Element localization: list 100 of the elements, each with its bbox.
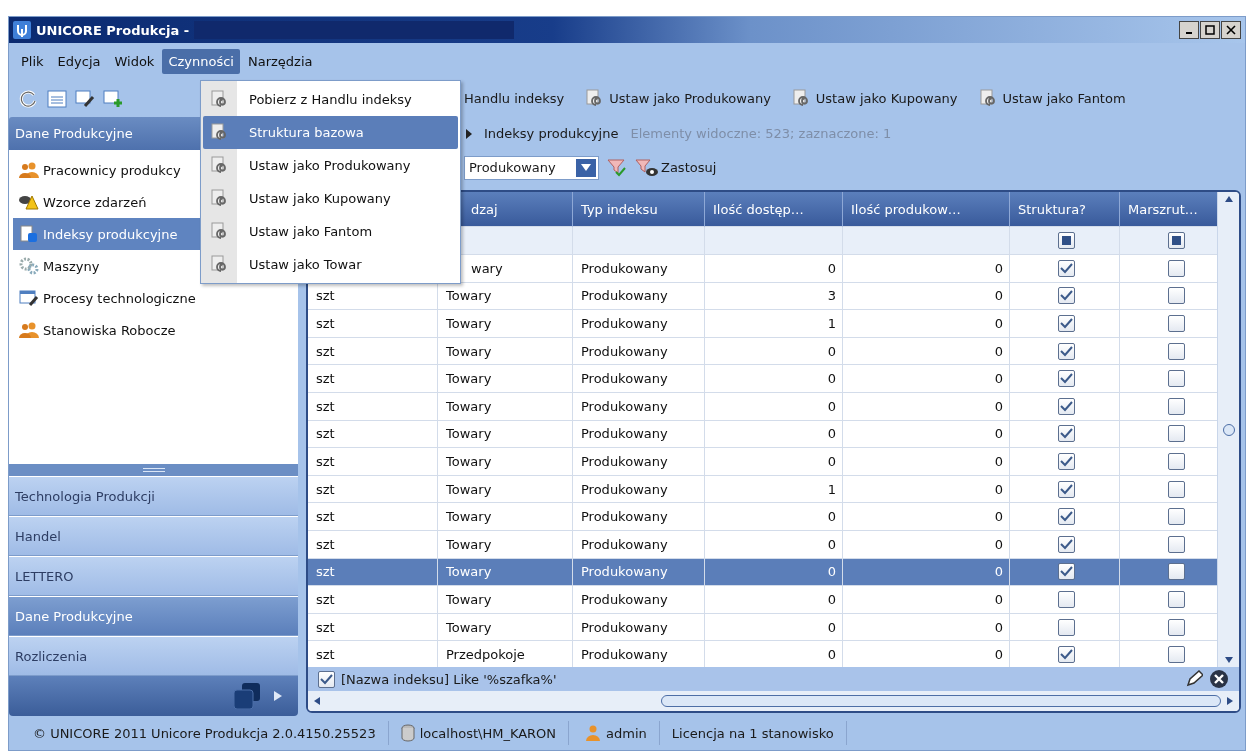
menu-item[interactable]: Czynności [162, 49, 240, 74]
checkbox[interactable] [1058, 287, 1075, 305]
scroll-down-icon[interactable] [1224, 657, 1233, 663]
section-button[interactable]: Rozliczenia [9, 636, 298, 676]
table-row[interactable]: szt Towary Produkowany 0 0 [308, 448, 1217, 476]
scroll-up-icon[interactable] [1224, 196, 1233, 202]
checkbox[interactable] [1058, 535, 1075, 553]
checkbox[interactable] [1168, 425, 1185, 443]
table-row[interactable]: szt Towary Produkowany 3 0 [308, 282, 1217, 311]
table-row[interactable]: szt Towary Produkowany 0 0 [308, 586, 1217, 614]
vertical-scrollbar[interactable] [1217, 192, 1239, 667]
toolbar-button[interactable]: Ustaw jako Fantom [979, 88, 1126, 109]
checkbox[interactable] [1168, 452, 1185, 470]
clear-icon[interactable] [1209, 669, 1229, 689]
maximize-button[interactable] [1200, 21, 1220, 39]
table-row[interactable]: szt Towary Produkowany 0 0 [308, 530, 1217, 559]
table-cell: Towary [438, 586, 573, 614]
table-row[interactable]: szt Towary Produkowany 0 0 [308, 503, 1217, 531]
checkbox[interactable] [1168, 232, 1185, 249]
toolbar-button[interactable]: Ustaw jako Produkowany [586, 88, 771, 109]
checkbox[interactable] [1058, 315, 1075, 332]
checkbox[interactable] [1168, 590, 1185, 608]
menu-option[interactable]: Ustaw jako Produkowany [203, 149, 458, 182]
horizontal-scrollbar[interactable] [308, 691, 1239, 711]
list-icon[interactable] [47, 89, 67, 108]
menu-item[interactable]: Narzędzia [241, 49, 319, 74]
arrow-right-icon[interactable] [274, 691, 282, 701]
table-cell: 0 [843, 255, 1010, 283]
table-cell: 0 [843, 448, 1010, 476]
refresh-icon[interactable] [19, 88, 39, 109]
type-dropdown[interactable]: Produkowany [464, 155, 599, 180]
checkbox[interactable] [1168, 259, 1185, 277]
nav-item[interactable]: Procesy technologiczne [13, 282, 292, 314]
toolbar-button[interactable]: Handlu indeksy [464, 91, 565, 106]
checkbox[interactable] [1058, 590, 1075, 608]
table-row[interactable]: szt Towary Produkowany 0 0 [308, 365, 1217, 393]
checkbox[interactable] [1168, 397, 1185, 415]
scroll-thumb[interactable] [661, 695, 1221, 707]
minimize-button[interactable] [1179, 21, 1199, 39]
checkbox[interactable] [1058, 563, 1075, 581]
checkbox[interactable] [1168, 646, 1185, 664]
checkbox[interactable] [1058, 370, 1075, 388]
checkbox[interactable] [1168, 370, 1185, 388]
menu-option[interactable]: Struktura bazowa [203, 116, 458, 149]
checkbox[interactable] [1058, 508, 1075, 526]
checkbox[interactable] [1058, 452, 1075, 470]
table-pencil-icon [19, 290, 39, 306]
checkbox[interactable] [318, 670, 335, 688]
checkbox[interactable] [1058, 232, 1075, 249]
edit-icon[interactable] [75, 89, 95, 108]
checkbox[interactable] [1058, 259, 1075, 277]
table-cell: Produkowany [573, 530, 705, 559]
table-row[interactable]: szt Towary Produkowany 1 0 [308, 310, 1217, 338]
apply-button[interactable]: Zastosuj [635, 158, 717, 177]
checkbox[interactable] [1168, 315, 1185, 332]
section-button[interactable]: Technologia Produkcji [9, 476, 298, 516]
scroll-left-icon[interactable] [314, 697, 320, 705]
checkbox[interactable] [1058, 342, 1075, 360]
table-cell: szt [308, 448, 438, 476]
filter-check-icon[interactable] [607, 158, 627, 177]
checkbox[interactable] [1168, 342, 1185, 360]
menu-option[interactable]: Pobierz z Handlu indeksy [203, 83, 458, 116]
table-row[interactable]: szt Towary Produkowany 0 0 [308, 558, 1217, 587]
table-row[interactable]: szt Towary Produkowany 0 0 [308, 613, 1217, 642]
menu-item[interactable]: Edycja [51, 49, 107, 74]
checkbox[interactable] [1168, 287, 1185, 305]
spiral-icon [211, 188, 229, 209]
checkbox[interactable] [1058, 480, 1075, 498]
scroll-thumb[interactable] [1222, 423, 1235, 436]
arrow-right-icon [466, 128, 472, 139]
section-button[interactable]: LETTERO [9, 556, 298, 596]
nav-item[interactable]: Stanowiska Robocze [13, 314, 292, 346]
checkbox[interactable] [1058, 646, 1075, 664]
spiral-icon [211, 122, 229, 143]
checkbox[interactable] [1058, 618, 1075, 636]
table-row[interactable]: szt Towary Produkowany 0 0 [308, 337, 1217, 366]
checkbox[interactable] [1058, 397, 1075, 415]
windows-icon[interactable] [234, 683, 260, 709]
checkbox[interactable] [1168, 618, 1185, 636]
splitter-handle[interactable] [9, 464, 298, 476]
checkbox[interactable] [1168, 480, 1185, 498]
toolbar-button[interactable]: Ustaw jako Kupowany [792, 88, 958, 109]
add-row-icon[interactable] [103, 89, 123, 108]
table-row[interactable]: szt Towary Produkowany 0 0 [308, 392, 1217, 421]
checkbox[interactable] [1168, 508, 1185, 526]
checkbox[interactable] [1058, 425, 1075, 443]
close-button[interactable] [1221, 21, 1241, 39]
menu-item[interactable]: Widok [108, 49, 161, 74]
table-row[interactable]: szt Towary Produkowany 0 0 [308, 420, 1217, 449]
table-cell: Towary [438, 365, 573, 393]
scroll-right-icon[interactable] [1227, 697, 1233, 705]
checkbox[interactable] [1168, 563, 1185, 581]
table-row[interactable]: szt Towary Produkowany 1 0 [308, 475, 1217, 504]
table-cell: Towary [438, 530, 573, 559]
menu-item[interactable]: Plik [15, 49, 50, 74]
pencil-icon[interactable] [1185, 670, 1203, 688]
section-button[interactable]: Handel [9, 516, 298, 556]
spiral-icon [211, 89, 229, 110]
database-icon [400, 724, 415, 742]
checkbox[interactable] [1168, 535, 1185, 553]
